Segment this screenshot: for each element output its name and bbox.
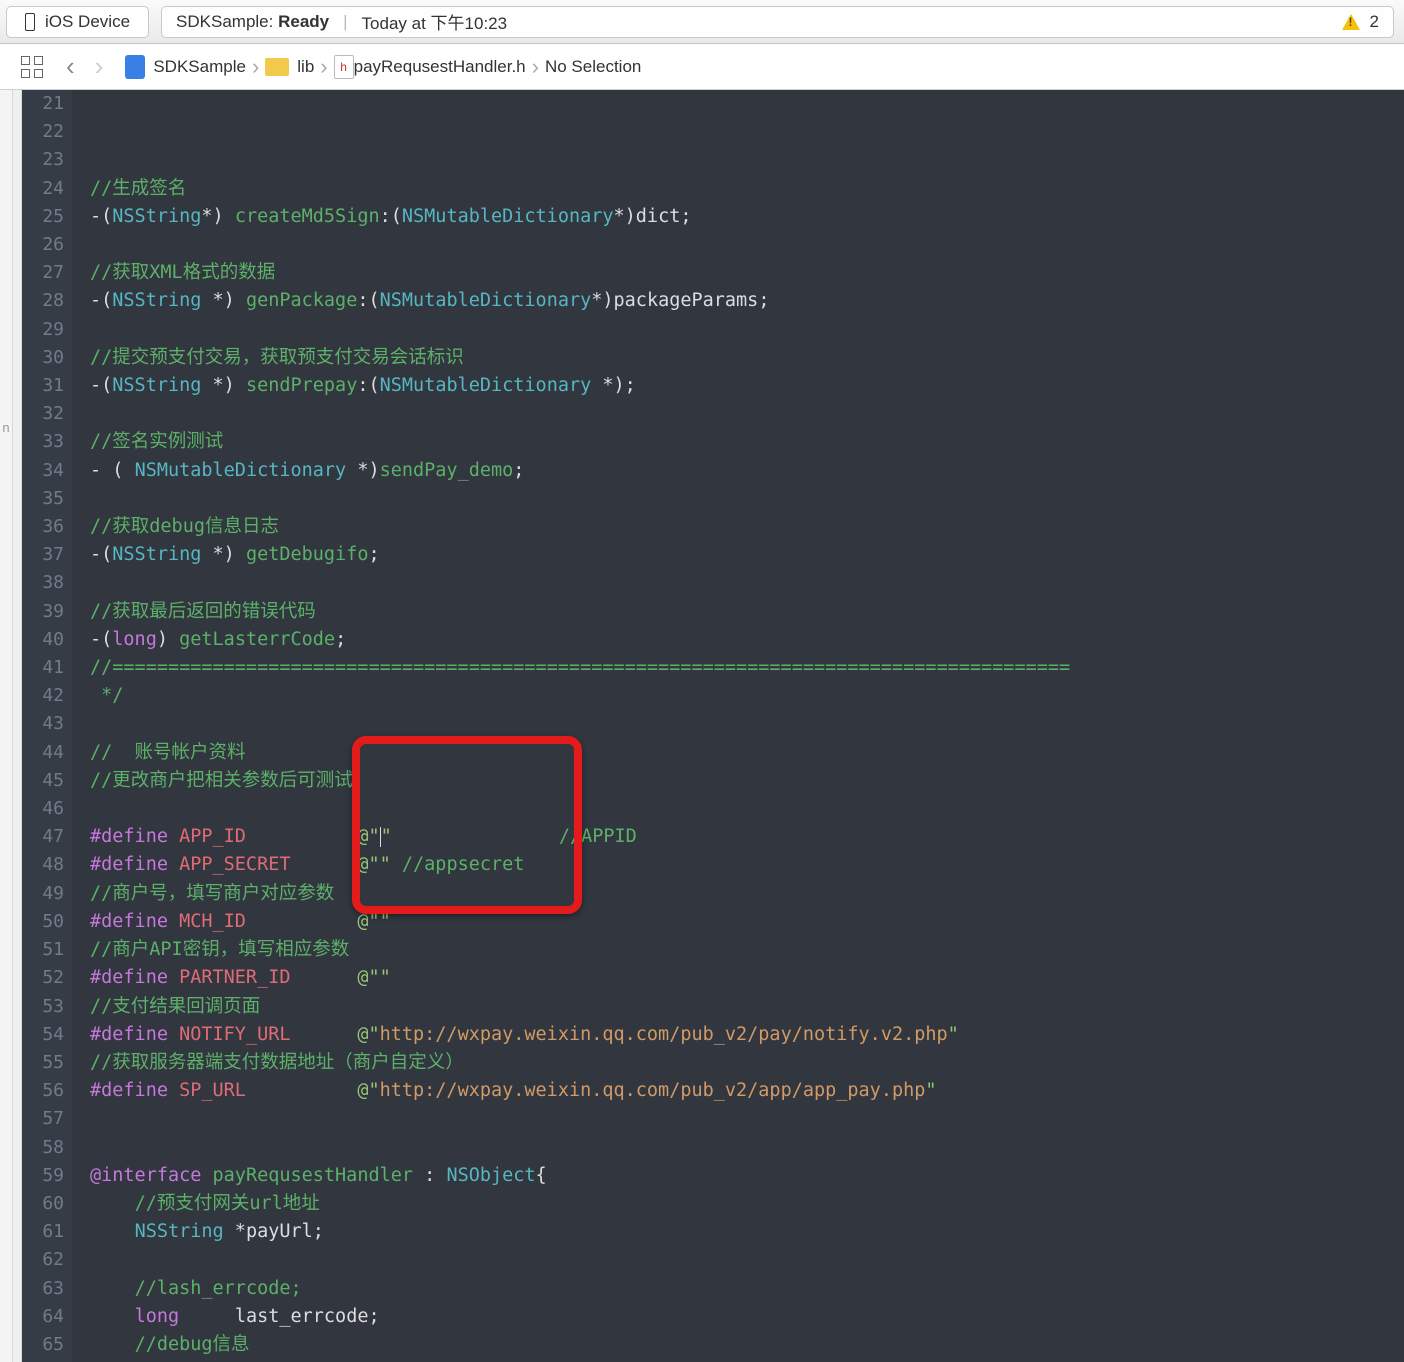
code-line: //生成签名 — [90, 175, 1404, 203]
related-items-button[interactable] — [14, 49, 50, 85]
sidebar-mark: n — [2, 420, 9, 435]
breadcrumb-file[interactable]: h payRequsestHandler.h — [334, 55, 526, 79]
nav-back-button[interactable]: ‹ — [56, 51, 85, 82]
code-line: -(NSString*) createMd5Sign:(NSMutableDic… — [90, 203, 1404, 231]
left-sidebar-strip-2 — [13, 90, 22, 1362]
warning-icon[interactable] — [1342, 14, 1360, 30]
code-line: -(NSString *) getDebugifo; — [90, 541, 1404, 569]
code-line: #define APP_SECRET @"" //appsecret — [90, 851, 1404, 879]
folder-icon — [265, 58, 289, 76]
code-line: //lash_errcode; — [90, 1275, 1404, 1303]
code-line: @interface payRequsestHandler : NSObject… — [90, 1162, 1404, 1190]
warning-count: 2 — [1370, 12, 1379, 32]
code-line — [90, 1105, 1404, 1133]
code-line: //商户API密钥，填写相应参数 — [90, 936, 1404, 964]
chevron-right-icon: › — [532, 56, 539, 78]
code-line — [90, 400, 1404, 428]
device-selector[interactable]: iOS Device — [6, 6, 149, 38]
code-area[interactable]: //生成签名-(NSString*) createMd5Sign:(NSMuta… — [72, 90, 1404, 1362]
code-line — [90, 485, 1404, 513]
code-line: #define APP_ID @"" //APPID — [90, 823, 1404, 851]
device-icon — [25, 13, 35, 31]
breadcrumb-project-label: SDKSample — [153, 57, 246, 77]
code-line: -(NSString *) sendPrepay:(NSMutableDicti… — [90, 372, 1404, 400]
code-line: #define SP_URL @"http://wxpay.weixin.qq.… — [90, 1077, 1404, 1105]
code-line: -(NSString *) genPackage:(NSMutableDicti… — [90, 287, 1404, 315]
code-line: #define MCH_ID @"" — [90, 908, 1404, 936]
code-line: //======================================… — [90, 654, 1404, 682]
separator: | — [343, 12, 347, 32]
toolbar: iOS Device SDKSample: Ready | Today at 下… — [0, 0, 1404, 44]
code-line — [90, 569, 1404, 597]
code-line: - ( NSMutableDictionary *)sendPay_demo; — [90, 457, 1404, 485]
code-line: //预支付网关url地址 — [90, 1190, 1404, 1218]
code-line: //提交预支付交易，获取预支付交易会话标识 — [90, 344, 1404, 372]
chevron-right-icon: › — [252, 56, 259, 78]
editor: n 21 22 23 24 25 26 27 28 29 30 31 32 33… — [0, 90, 1404, 1362]
breadcrumb-selection-label: No Selection — [545, 57, 641, 77]
status-bar[interactable]: SDKSample: Ready | Today at 下午10:23 2 — [161, 6, 1394, 38]
code-line: NSString *payUrl; — [90, 1218, 1404, 1246]
project-name: SDKSample: — [176, 12, 273, 32]
code-line — [90, 316, 1404, 344]
code-line: // 账号帐户资料 — [90, 739, 1404, 767]
breadcrumb-folder[interactable]: lib — [265, 57, 314, 77]
code-line: */ — [90, 682, 1404, 710]
code-line: -(long) getLasterrCode; — [90, 626, 1404, 654]
chevron-right-icon: › — [320, 56, 327, 78]
breadcrumb-selection[interactable]: No Selection — [545, 57, 641, 77]
project-icon — [125, 55, 145, 79]
status-text: Ready — [278, 12, 329, 32]
breadcrumb-file-label: payRequsestHandler.h — [354, 57, 526, 77]
nav-forward-button[interactable]: › — [85, 51, 114, 82]
code-line — [90, 795, 1404, 823]
code-line: //获取XML格式的数据 — [90, 259, 1404, 287]
code-line: //debug信息 — [90, 1331, 1404, 1359]
header-file-icon: h — [334, 55, 354, 79]
device-label: iOS Device — [45, 12, 130, 32]
code-line — [90, 710, 1404, 738]
code-line: //获取服务器端支付数据地址（商户自定义） — [90, 1049, 1404, 1077]
code-line — [90, 231, 1404, 259]
timestamp: Today at 下午10:23 — [362, 9, 508, 34]
code-line: //更改商户把相关参数后可测试 — [90, 767, 1404, 795]
code-line: #define PARTNER_ID @"" — [90, 964, 1404, 992]
code-line: //签名实例测试 — [90, 428, 1404, 456]
left-sidebar-strip: n — [0, 90, 13, 1362]
breadcrumb-project[interactable]: SDKSample — [125, 55, 246, 79]
code-line: //支付结果回调页面 — [90, 993, 1404, 1021]
code-line: long last_errcode; — [90, 1303, 1404, 1331]
jump-bar: ‹ › SDKSample › lib › h payRequsestHandl… — [0, 44, 1404, 90]
breadcrumb-folder-label: lib — [297, 57, 314, 77]
code-line: //获取debug信息日志 — [90, 513, 1404, 541]
code-line: //获取最后返回的错误代码 — [90, 598, 1404, 626]
line-number-gutter: 21 22 23 24 25 26 27 28 29 30 31 32 33 3… — [22, 90, 72, 1362]
code-line — [90, 1134, 1404, 1162]
code-line: #define NOTIFY_URL @"http://wxpay.weixin… — [90, 1021, 1404, 1049]
code-line: //商户号，填写商户对应参数 — [90, 880, 1404, 908]
code-line — [90, 1246, 1404, 1274]
